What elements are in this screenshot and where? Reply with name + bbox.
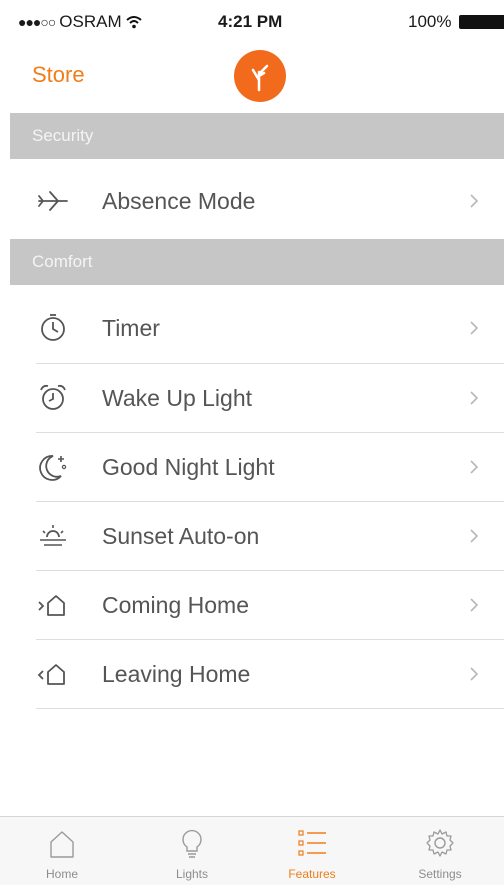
- feature-label: Leaving Home: [102, 660, 251, 687]
- coming-home-icon: [36, 589, 70, 621]
- branch-icon: [251, 64, 269, 92]
- home-icon: [50, 831, 74, 858]
- chevron-right-icon: [470, 598, 479, 612]
- tab-lights[interactable]: Lights: [132, 817, 252, 885]
- clock-icon: [36, 312, 70, 344]
- chevron-right-icon: [470, 194, 479, 208]
- tab-settings[interactable]: Settings: [380, 817, 500, 885]
- feature-label: Sunset Auto-on: [102, 522, 260, 549]
- tab-label: Features: [288, 867, 336, 881]
- feature-row-good-night-light[interactable]: Good Night Light: [10, 432, 504, 502]
- osram-logo: [234, 50, 286, 102]
- feature-row-absence-mode[interactable]: Absence Mode: [10, 166, 504, 236]
- light-bulb-icon: [182, 829, 202, 858]
- chevron-right-icon: [470, 460, 479, 474]
- moon-star-icon: [36, 451, 70, 483]
- feature-row-sunset-auto-on[interactable]: Sunset Auto-on: [10, 501, 504, 571]
- section-header-comfort: Comfort: [10, 239, 504, 285]
- wifi-icon: [125, 16, 142, 29]
- feature-row-leaving-home[interactable]: Leaving Home: [10, 639, 504, 709]
- features-list-icon: [298, 830, 326, 856]
- status-bar: ●●●○○ OSRAM 4:21 PM 100%: [0, 0, 504, 44]
- airplane-icon: [36, 185, 70, 217]
- leaving-home-icon: [36, 658, 70, 690]
- feature-row-timer[interactable]: Timer: [10, 293, 504, 363]
- chevron-right-icon: [470, 321, 479, 335]
- feature-label: Timer: [102, 314, 160, 341]
- tab-label: Settings: [418, 867, 462, 881]
- chevron-right-icon: [470, 667, 479, 681]
- section-header-security: Security: [10, 113, 504, 159]
- feature-row-wake-up-light[interactable]: Wake Up Light: [10, 363, 504, 433]
- tab-bar: Home Lights Features Settings: [0, 816, 504, 885]
- feature-row-coming-home[interactable]: Coming Home: [10, 570, 504, 640]
- gear-icon: [426, 829, 454, 857]
- carrier-name: OSRAM: [59, 12, 122, 31]
- row-divider: [36, 708, 504, 709]
- chevron-right-icon: [470, 391, 479, 405]
- tab-label: Lights: [175, 867, 209, 881]
- chevron-right-icon: [470, 529, 479, 543]
- signal-strength: ●●●○○: [18, 14, 56, 30]
- feature-label: Coming Home: [102, 591, 249, 618]
- store-button[interactable]: Store: [32, 62, 85, 88]
- feature-label: Wake Up Light: [102, 384, 252, 411]
- tab-label: Home: [45, 867, 78, 881]
- carrier-info: ●●●○○ OSRAM: [18, 12, 142, 32]
- battery-percent: 100%: [408, 12, 452, 31]
- tab-home[interactable]: Home: [2, 817, 122, 885]
- nav-bar: Store: [0, 44, 504, 112]
- tab-features[interactable]: Features: [252, 817, 372, 885]
- feature-label: Absence Mode: [102, 187, 256, 214]
- status-time: 4:21 PM: [218, 12, 283, 31]
- feature-label: Good Night Light: [102, 453, 275, 480]
- battery-indicator: 100%: [408, 12, 504, 32]
- alarm-clock-icon: [36, 382, 70, 414]
- sunset-icon: [36, 520, 70, 552]
- battery-icon: [459, 15, 504, 29]
